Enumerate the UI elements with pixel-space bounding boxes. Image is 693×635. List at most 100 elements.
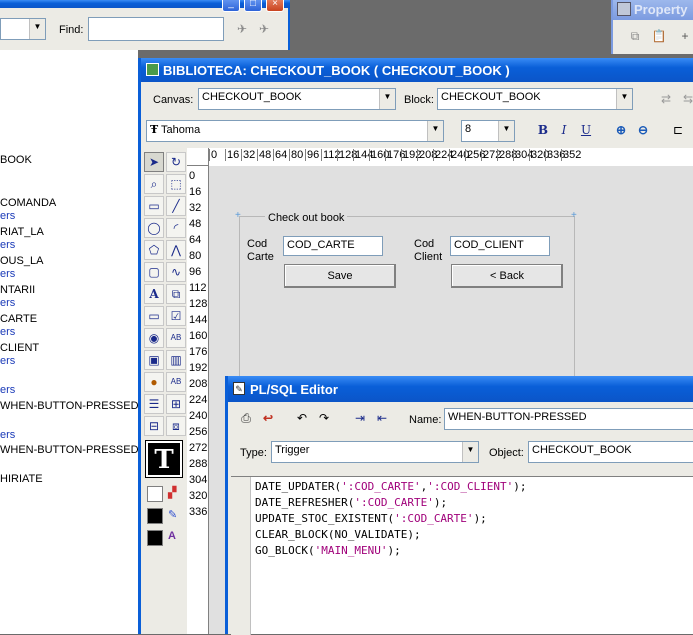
indent-icon[interactable]: ⇥ — [350, 408, 370, 428]
outdent-icon[interactable]: ⇤ — [372, 408, 392, 428]
code-token: ); — [513, 480, 527, 493]
radio-tool-icon[interactable]: ◉ — [144, 328, 164, 348]
text-color-icon[interactable]: A — [168, 530, 184, 546]
find-input[interactable] — [88, 17, 224, 41]
compile-icon[interactable]: ⎙ — [236, 408, 256, 428]
polygon-tool-icon[interactable]: ⬠ — [144, 240, 164, 260]
magnify-tool-icon[interactable]: ⌕ — [144, 174, 164, 194]
stacked-canvas-tool-icon[interactable]: ⧈ — [166, 416, 186, 436]
code-token: UPDATE_STOC_EXISTENT( — [255, 512, 395, 525]
code-editor[interactable]: DATE_UPDATER(':COD_CARTE',':COD_CLIENT')… — [231, 476, 693, 635]
maximize-icon[interactable]: □ — [244, 0, 262, 12]
button-tool-icon[interactable]: ▭ — [144, 306, 164, 326]
rotate-tool-icon[interactable]: ↻ — [166, 152, 186, 172]
code-token: CLEAR_BLOCK(NO_VALIDATE); — [255, 528, 421, 541]
find-next-icon[interactable]: ✈ — [232, 19, 252, 39]
navigator-tree-item[interactable]: HIRIATE — [0, 473, 43, 485]
add-property-icon[interactable]: + — [675, 26, 693, 46]
chevron-down-icon[interactable]: ▼ — [379, 89, 395, 109]
image-tool-icon[interactable]: ▣ — [144, 350, 164, 370]
reshape-tool-icon[interactable]: ⬚ — [166, 174, 186, 194]
navigator-tree-item[interactable]: ers — [0, 355, 15, 367]
line-color-swatch[interactable] — [147, 508, 163, 524]
fill-color-swatch[interactable] — [147, 486, 163, 502]
navigator-tree-item[interactable]: ers — [0, 239, 15, 251]
bold-button[interactable]: B — [533, 120, 553, 140]
property-titlebar: Property — [613, 0, 693, 20]
line-tool-icon[interactable]: ╱ — [166, 196, 186, 216]
navigator-tree-item[interactable]: COMANDA — [0, 197, 56, 209]
line-color-icon[interactable]: ✎ — [168, 508, 184, 524]
navigator-tree-item[interactable]: RIAT_LA — [0, 226, 44, 238]
navigator-tree-item[interactable]: BOOK — [0, 154, 32, 166]
checkbox-tool-icon[interactable]: ☑ — [166, 306, 186, 326]
rectangle-tool-icon[interactable]: ▭ — [144, 196, 164, 216]
navigator-tree-item[interactable]: OUS_LA — [0, 255, 43, 267]
navigator-tree-item[interactable]: ers — [0, 326, 15, 338]
navigator-tree-item[interactable]: ers — [0, 297, 15, 309]
cod-carte-field[interactable]: COD_CARTE — [283, 236, 383, 256]
tree-tool-icon[interactable]: ⊞ — [166, 394, 186, 414]
text-color-swatch[interactable] — [147, 530, 163, 546]
cod-client-field[interactable]: COD_CLIENT — [450, 236, 550, 256]
redo-icon[interactable]: ↷ — [314, 408, 334, 428]
navigator-tree-item[interactable]: CARTE — [0, 313, 37, 325]
frame-tool-icon[interactable]: ⧉ — [166, 284, 186, 304]
copy-properties-icon[interactable]: ⧉ — [625, 26, 645, 46]
chart-tool-icon[interactable]: ▥ — [166, 350, 186, 370]
navigator-tree-item[interactable]: WHEN-BUTTON-PRESSED — [0, 400, 139, 412]
tab-tool-icon[interactable]: ⊟ — [144, 416, 164, 436]
object-select[interactable]: CHECKOUT_BOOK — [528, 441, 693, 463]
navigator-tree-item[interactable]: ers — [0, 210, 15, 222]
align-icon[interactable]: ⊏ — [668, 120, 688, 140]
italic-button[interactable]: I — [554, 120, 574, 140]
zoom-out-icon[interactable]: ⊖ — [633, 120, 653, 140]
listitem-tool-icon[interactable]: ☰ — [144, 394, 164, 414]
revert-icon[interactable]: ↩ — [258, 408, 278, 428]
displayitem-tool-icon[interactable]: AB — [166, 372, 186, 392]
layout-tool-icon[interactable]: ⇄ — [656, 89, 676, 109]
fill-color-icon[interactable]: ▞ — [168, 486, 184, 502]
back-button[interactable]: < Back — [451, 264, 563, 288]
navigator-tree-item[interactable]: WHEN-BUTTON-PRESSED — [0, 444, 139, 456]
zoom-in-icon[interactable]: ⊕ — [611, 120, 631, 140]
find-prev-icon[interactable]: ✈ — [254, 19, 274, 39]
name-field[interactable]: WHEN-BUTTON-PRESSED — [444, 408, 693, 430]
chevron-down-icon[interactable]: ▼ — [498, 121, 514, 141]
navigator-tree-item[interactable]: ers — [0, 429, 15, 441]
freehand-tool-icon[interactable]: ∿ — [166, 262, 186, 282]
chevron-down-icon[interactable]: ▼ — [29, 19, 45, 39]
navigator-tree-item[interactable]: ers — [0, 384, 15, 396]
text-tool-icon[interactable]: A — [144, 284, 164, 304]
navigator-tree-item[interactable]: CLIENT — [0, 342, 39, 354]
ruler-tick-label: 96 — [189, 266, 202, 278]
minimize-icon[interactable]: _ — [222, 0, 240, 12]
chevron-down-icon[interactable]: ▼ — [462, 442, 478, 462]
navigator-tree-item[interactable]: ers — [0, 268, 15, 280]
rounded-rect-tool-icon[interactable]: ▢ — [144, 262, 164, 282]
polyline-tool-icon[interactable]: ⋀ — [166, 240, 186, 260]
underline-button[interactable]: U — [576, 120, 596, 140]
paste-properties-icon[interactable]: 📋 — [649, 26, 669, 46]
close-icon[interactable]: × — [266, 0, 284, 12]
undo-icon[interactable]: ↶ — [292, 408, 312, 428]
font-name-select[interactable]: Ŧ Tahoma ▼ — [146, 120, 444, 142]
block-select[interactable]: CHECKOUT_BOOK ▼ — [437, 88, 633, 110]
ole-tool-icon[interactable]: ● — [144, 372, 164, 392]
frame-title: Check out book — [265, 212, 348, 224]
select-tool-icon[interactable]: ➤ — [144, 152, 164, 172]
type-select[interactable]: Trigger ▼ — [271, 441, 479, 463]
navigator-combo[interactable]: ▼ — [0, 18, 46, 40]
layout-tool-icon-2[interactable]: ⇆ — [678, 89, 693, 109]
navigator-tree-item[interactable]: NTARII — [0, 284, 35, 296]
canvas-select[interactable]: CHECKOUT_BOOK ▼ — [198, 88, 396, 110]
ellipse-tool-icon[interactable]: ◯ — [144, 218, 164, 238]
chevron-down-icon[interactable]: ▼ — [616, 89, 632, 109]
code-line: DATE_UPDATER(':COD_CARTE',':COD_CLIENT')… — [255, 480, 527, 493]
ruler-tick-label: 128 — [189, 298, 208, 310]
chevron-down-icon[interactable]: ▼ — [427, 121, 443, 141]
font-size-select[interactable]: 8 ▼ — [461, 120, 515, 142]
save-button[interactable]: Save — [284, 264, 396, 288]
textitem-tool-icon[interactable]: AB — [166, 328, 186, 348]
arc-tool-icon[interactable]: ◜ — [166, 218, 186, 238]
